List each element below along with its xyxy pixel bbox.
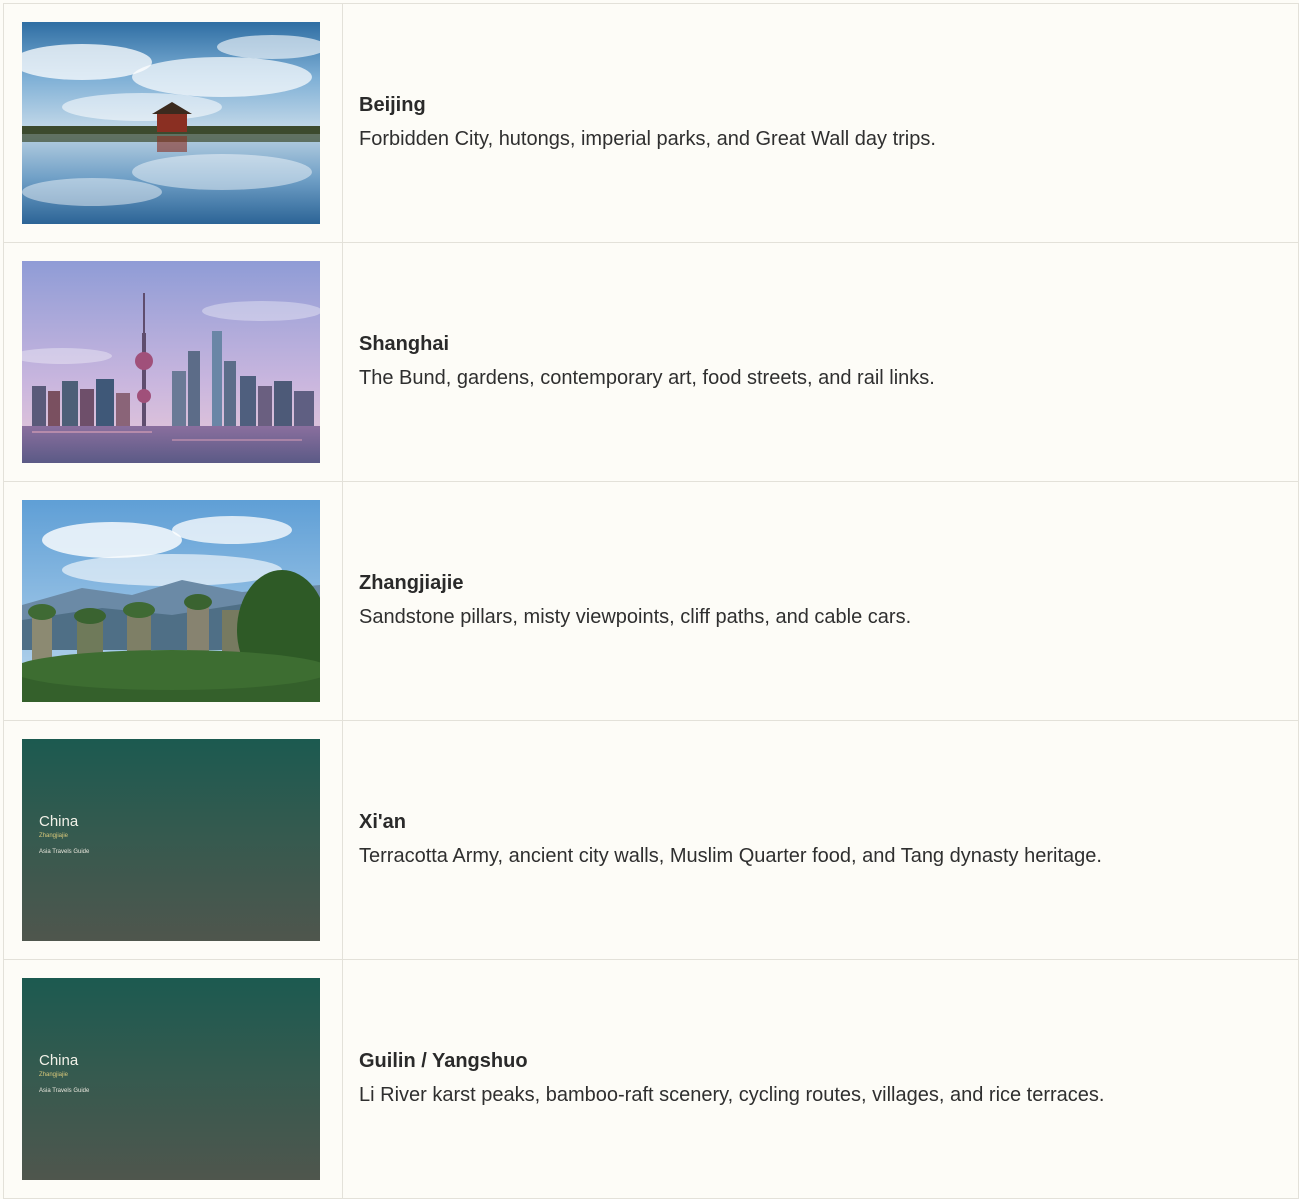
shanghai-photo xyxy=(22,261,320,463)
destination-name: Shanghai xyxy=(359,333,450,355)
placeholder-title: China xyxy=(39,813,79,830)
destinations-table: Beijing Forbidden City, hutongs, imperia… xyxy=(3,3,1299,1199)
text-cell: Shanghai The Bund, gardens, contemporary… xyxy=(342,242,1299,482)
destination-description: The Bund, gardens, contemporary art, foo… xyxy=(359,367,935,389)
xian-placeholder-image: China Zhangjiajie Asia Travels Guide xyxy=(22,739,320,941)
destination-description: Forbidden City, hutongs, imperial parks,… xyxy=(359,128,936,150)
image-cell: China Zhangjiajie Asia Travels Guide xyxy=(3,959,343,1199)
guilin-placeholder-image: China Zhangjiajie Asia Travels Guide xyxy=(22,978,320,1180)
image-cell xyxy=(3,481,343,721)
table-row: Zhangjiajie Sandstone pillars, misty vie… xyxy=(3,481,1299,721)
zhangjiajie-photo xyxy=(22,500,320,702)
placeholder-title: China xyxy=(39,1052,79,1069)
text-cell: Guilin / Yangshuo Li River karst peaks, … xyxy=(342,959,1299,1199)
destination-name: Beijing xyxy=(359,94,426,116)
image-cell xyxy=(3,242,343,482)
table-row: Beijing Forbidden City, hutongs, imperia… xyxy=(3,3,1299,243)
text-cell: Zhangjiajie Sandstone pillars, misty vie… xyxy=(342,481,1299,721)
destination-name: Xi'an xyxy=(359,811,406,833)
beijing-photo xyxy=(22,22,320,224)
image-cell xyxy=(3,3,343,243)
destination-description: Li River karst peaks, bamboo-raft scener… xyxy=(359,1084,1105,1106)
destination-description: Terracotta Army, ancient city walls, Mus… xyxy=(359,845,1102,867)
text-cell: Xi'an Terracotta Army, ancient city wall… xyxy=(342,720,1299,960)
destination-name: Guilin / Yangshuo xyxy=(359,1050,528,1072)
placeholder-subtitle: Zhangjiajie xyxy=(39,833,69,839)
placeholder-guide: Asia Travels Guide xyxy=(39,849,90,855)
placeholder-subtitle: Zhangjiajie xyxy=(39,1072,69,1078)
table-row: Shanghai The Bund, gardens, contemporary… xyxy=(3,242,1299,482)
table-row: China Zhangjiajie Asia Travels Guide Gui… xyxy=(3,959,1299,1199)
destination-name: Zhangjiajie xyxy=(359,572,464,594)
placeholder-guide: Asia Travels Guide xyxy=(39,1088,90,1094)
image-cell: China Zhangjiajie Asia Travels Guide xyxy=(3,720,343,960)
text-cell: Beijing Forbidden City, hutongs, imperia… xyxy=(342,3,1299,243)
destination-description: Sandstone pillars, misty viewpoints, cli… xyxy=(359,606,912,628)
table-row: China Zhangjiajie Asia Travels Guide Xi'… xyxy=(3,720,1299,960)
